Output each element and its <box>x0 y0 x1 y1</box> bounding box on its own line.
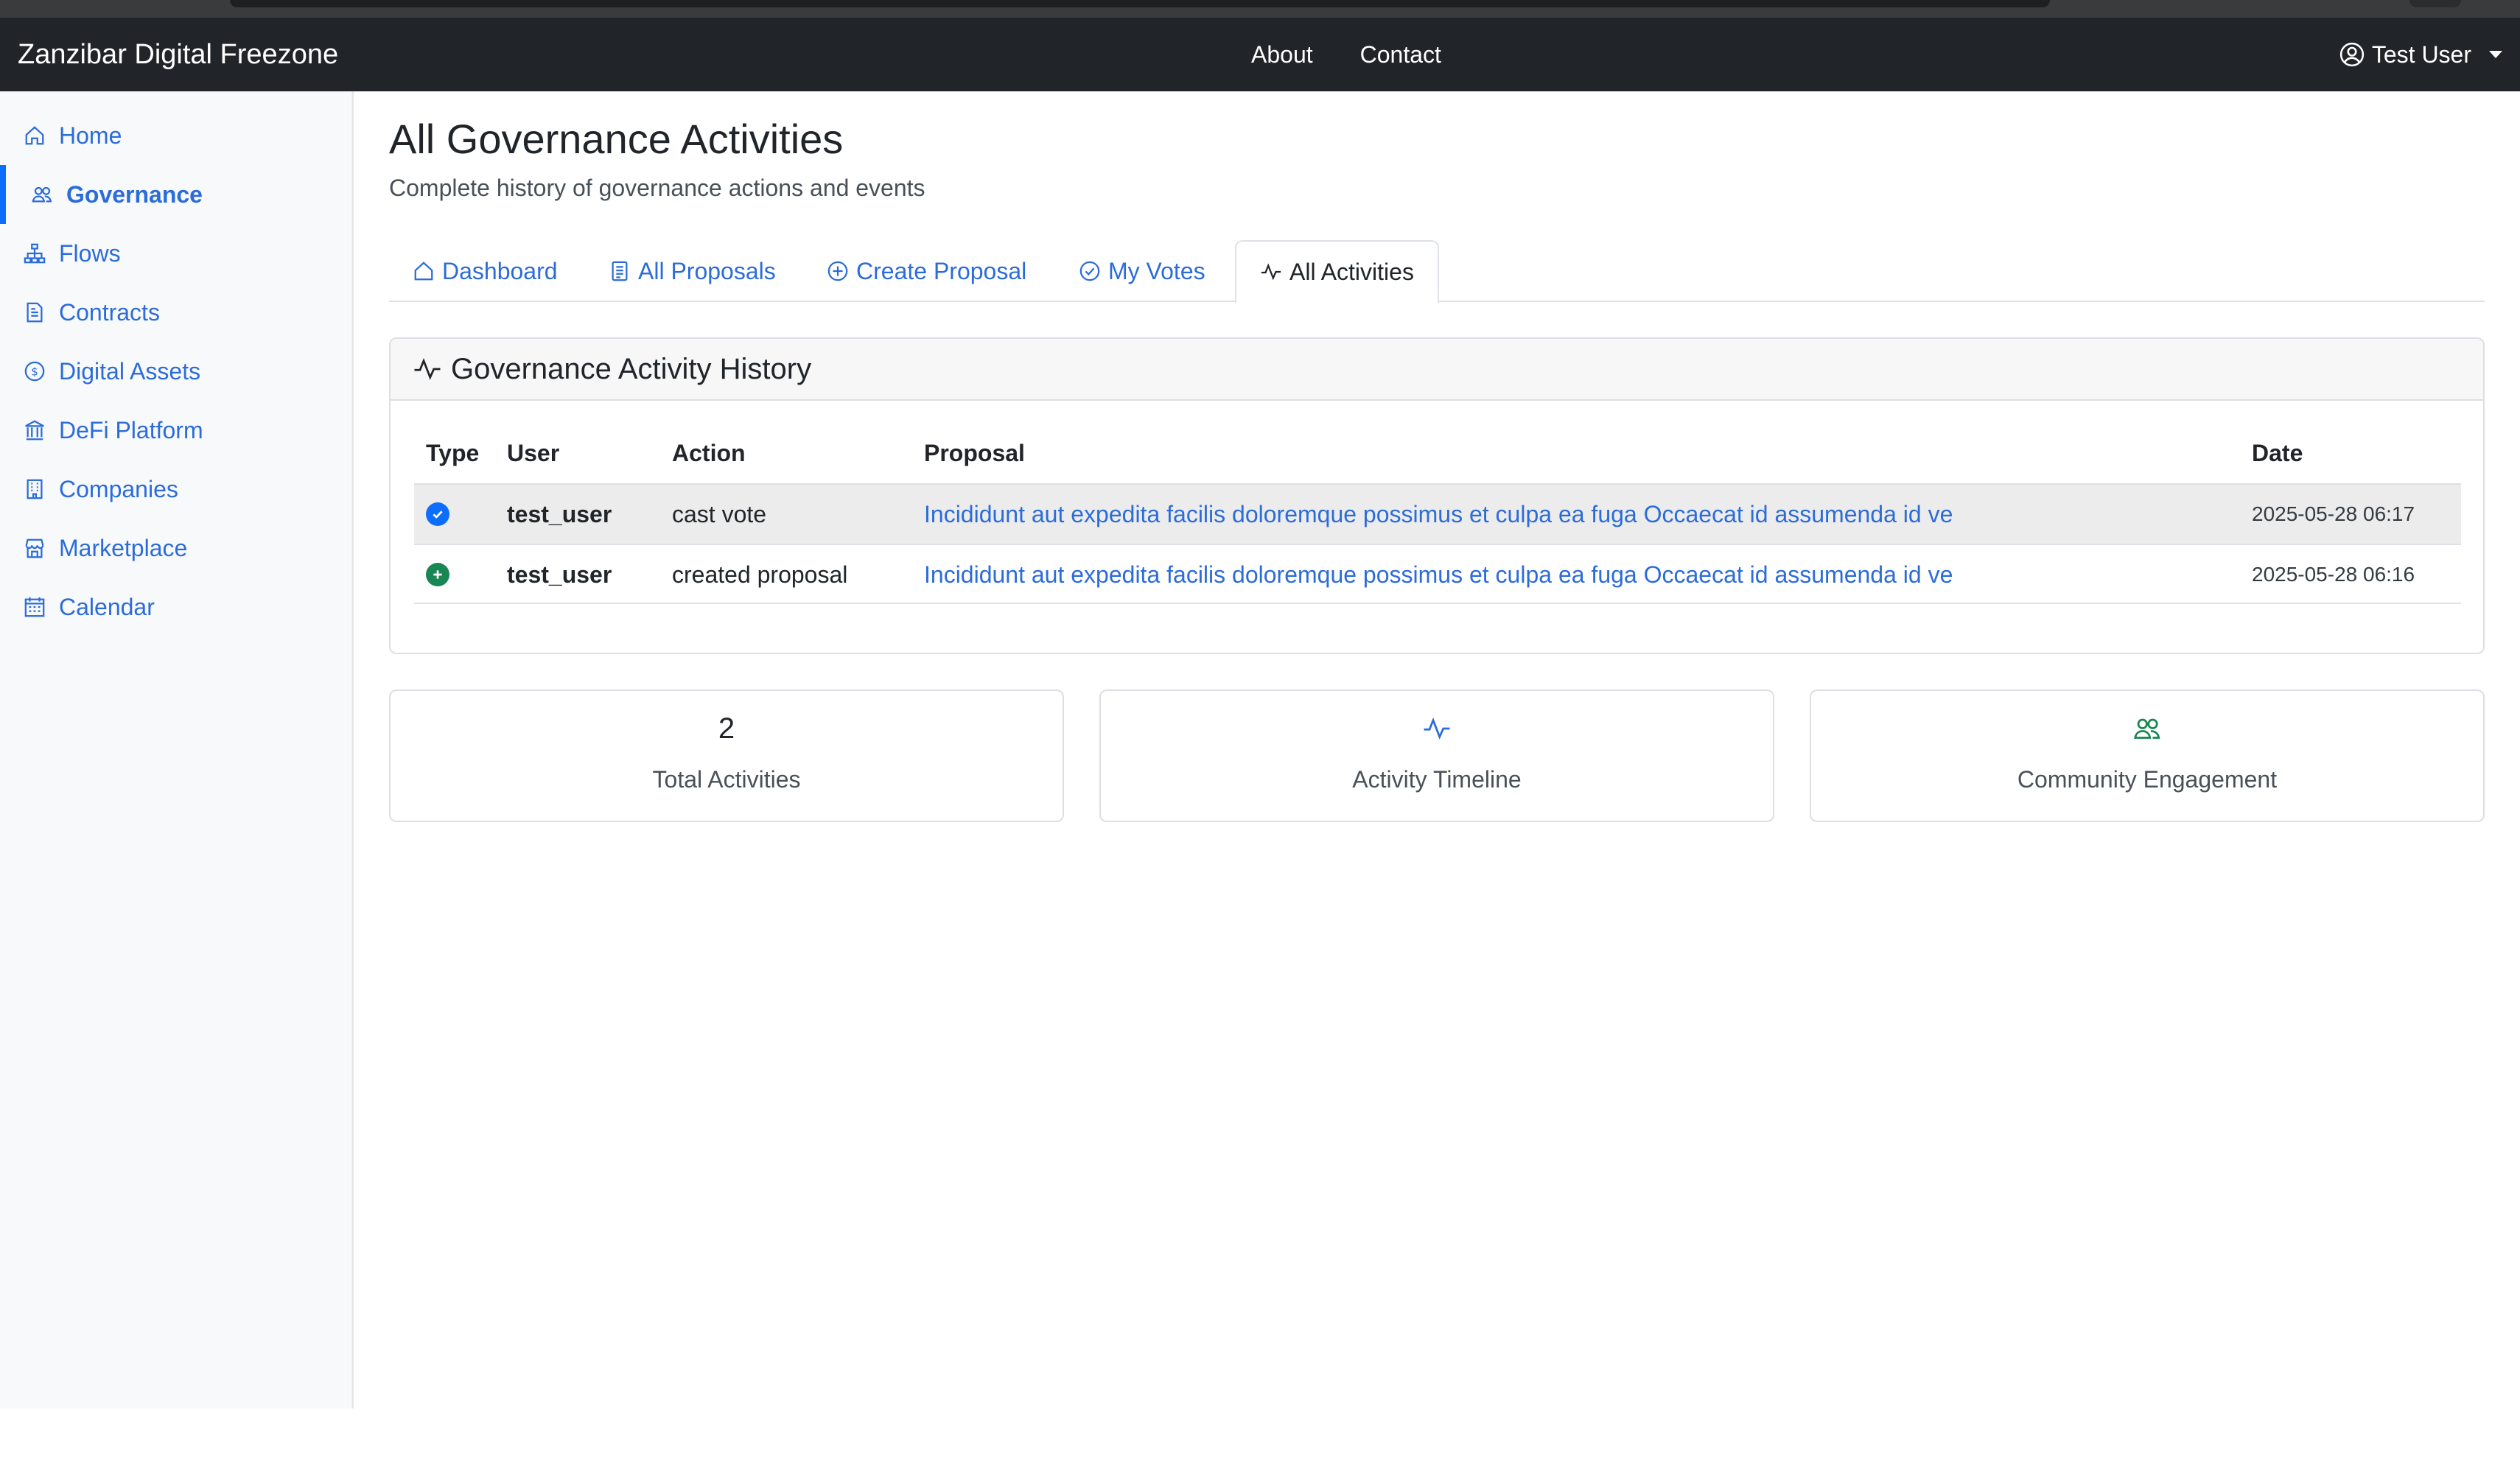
sidebar-item-label: Contracts <box>59 298 160 326</box>
bank-icon <box>25 420 44 441</box>
document-icon <box>27 302 43 323</box>
sidebar-item-marketplace[interactable]: Marketplace <box>0 519 352 578</box>
sidebar-item-label: Flows <box>59 239 121 267</box>
brand-logo-text[interactable]: Zanzibar Digital Freezone <box>18 18 338 91</box>
svg-text:$: $ <box>31 365 38 379</box>
tab-dashboard[interactable]: Dashboard <box>389 240 581 302</box>
page-subtitle: Complete history of governance actions a… <box>389 175 925 201</box>
sidebar-item-label: Calendar <box>59 593 155 620</box>
stat-label: Community Engagement <box>2017 766 2278 793</box>
house-icon <box>25 126 44 145</box>
browser-control <box>2409 0 2461 7</box>
tab-my-votes[interactable]: My Votes <box>1055 240 1229 302</box>
user-circle-icon <box>2339 42 2365 67</box>
table-row: test_user created proposal Incididunt au… <box>414 544 2461 604</box>
building-icon <box>27 479 43 499</box>
activity-icon <box>1261 263 1281 281</box>
plus-circle-fill-icon <box>426 563 449 586</box>
sidebar-item-digital-assets[interactable]: $ Digital Assets <box>0 342 352 401</box>
sidebar: Home Governance Flows Contracts $ Digita… <box>0 91 354 1408</box>
stat-label: Total Activities <box>652 766 801 793</box>
governance-tabs: Dashboard All Proposals Create Proposal … <box>389 240 2485 304</box>
user-menu-dropdown[interactable]: Test User <box>2339 18 2502 91</box>
check-circle-icon <box>1079 261 1100 281</box>
sidebar-item-label: Home <box>59 122 122 149</box>
card-header: Governance Activity History <box>391 339 2483 401</box>
activity-icon <box>414 358 441 380</box>
card-title: Governance Activity History <box>451 352 812 385</box>
row-proposal-link[interactable]: Incididunt aut expedita facilis doloremq… <box>924 545 1953 604</box>
tab-label: All Activities <box>1289 258 1414 285</box>
stat-icon-wrap <box>1101 712 1773 745</box>
stat-label: Activity Timeline <box>1352 766 1522 793</box>
check-circle-fill-icon <box>426 502 449 526</box>
shop-icon <box>25 538 44 558</box>
top-navbar: Zanzibar Digital Freezone About Contact … <box>0 18 2520 91</box>
column-header-proposal: Proposal <box>924 440 1025 466</box>
sidebar-item-contracts[interactable]: Contracts <box>0 283 352 342</box>
page-title: All Governance Activities <box>389 116 844 162</box>
people-icon <box>32 186 52 203</box>
chevron-down-icon <box>2489 51 2502 58</box>
sidebar-item-governance[interactable]: Governance <box>0 165 352 224</box>
row-date: 2025-05-28 06:16 <box>2252 563 2415 586</box>
house-icon <box>414 262 433 281</box>
tab-label: All Proposals <box>638 257 776 284</box>
stat-card-total-activities: 2 Total Activities <box>389 690 1064 822</box>
sidebar-item-companies[interactable]: Companies <box>0 460 352 519</box>
sidebar-item-label: DeFi Platform <box>59 416 203 443</box>
tab-all-activities[interactable]: All Activities <box>1235 240 1439 304</box>
people-icon <box>2134 718 2160 739</box>
file-text-icon <box>612 261 628 281</box>
column-header-user: User <box>507 440 560 466</box>
sidebar-item-calendar[interactable]: Calendar <box>0 578 352 636</box>
activity-icon <box>1424 718 1450 740</box>
sidebar-item-label: Governance <box>66 180 203 208</box>
sidebar-item-flows[interactable]: Flows <box>0 224 352 283</box>
calendar-icon <box>24 597 45 617</box>
row-proposal-link[interactable]: Incididunt aut expedita facilis doloremq… <box>924 485 1953 544</box>
nav-link-about[interactable]: About <box>1251 41 1313 69</box>
table-row: test_user cast vote Incididunt aut exped… <box>414 483 2461 544</box>
row-user: test_user <box>507 561 612 588</box>
row-date: 2025-05-28 06:17 <box>2252 502 2415 525</box>
tab-label: My Votes <box>1108 257 1205 284</box>
diagram-icon <box>24 243 46 264</box>
column-header-action: Action <box>672 440 746 466</box>
tab-create-proposal[interactable]: Create Proposal <box>803 240 1050 302</box>
browser-top-strip <box>0 0 2520 18</box>
tab-label: Create Proposal <box>856 257 1027 284</box>
sidebar-item-label: Companies <box>59 475 178 502</box>
tab-label: Dashboard <box>442 257 558 284</box>
browser-address-bar <box>230 0 2050 7</box>
column-header-date: Date <box>2252 440 2303 466</box>
stat-card-community-engagement[interactable]: Community Engagement <box>1810 690 2485 822</box>
sidebar-item-label: Marketplace <box>59 534 188 561</box>
sidebar-item-label: Digital Assets <box>59 357 201 385</box>
plus-circle-icon <box>827 261 848 281</box>
row-action: created proposal <box>672 561 848 588</box>
nav-link-contact[interactable]: Contact <box>1360 41 1441 69</box>
sidebar-item-defi-platform[interactable]: DeFi Platform <box>0 401 352 460</box>
coin-icon: $ <box>24 361 45 382</box>
stat-icon-wrap <box>1811 712 2483 745</box>
stat-card-activity-timeline[interactable]: Activity Timeline <box>1099 690 1774 822</box>
page-bottom-area <box>0 1408 2520 1463</box>
column-header-type: Type <box>426 440 480 466</box>
sidebar-item-home[interactable]: Home <box>0 106 352 165</box>
row-user: test_user <box>507 501 612 527</box>
row-action: cast vote <box>672 501 767 527</box>
stat-value: 2 <box>718 712 735 745</box>
nav-links: About Contact <box>1251 18 1441 91</box>
tab-all-proposals[interactable]: All Proposals <box>585 240 799 302</box>
activity-history-card: Governance Activity History Type User Ac… <box>389 337 2485 654</box>
user-name-label: Test User <box>2371 41 2471 68</box>
